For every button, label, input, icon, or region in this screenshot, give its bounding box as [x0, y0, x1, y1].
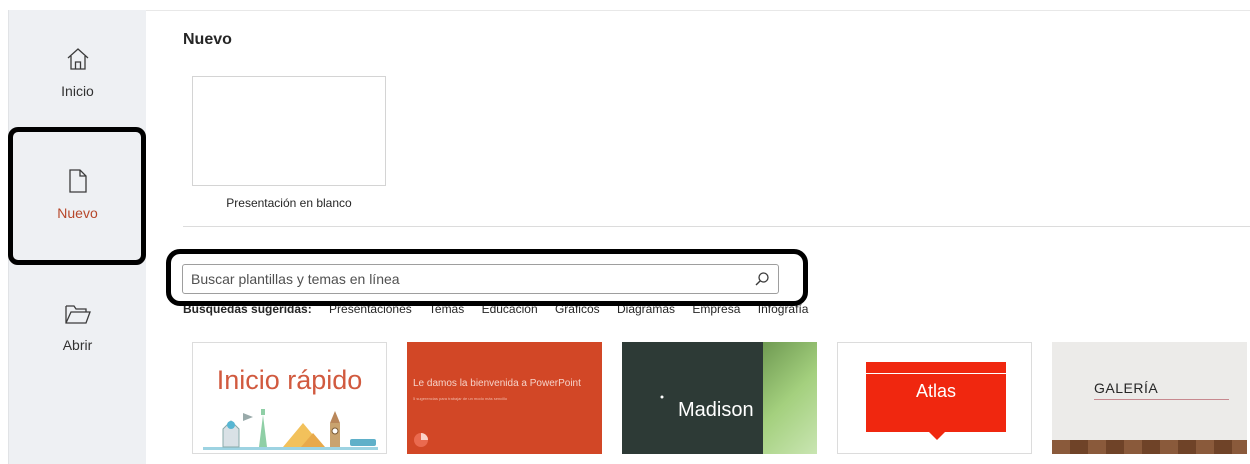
sidebar-item-nuevo[interactable]: Nuevo — [9, 168, 146, 221]
template-madison[interactable]: Madison — [622, 342, 817, 454]
suggested-searches-label: Búsquedas sugeridas: — [183, 302, 312, 316]
blank-presentation-label: Presentación en blanco — [226, 196, 352, 210]
suggested-search-link[interactable]: Diagramas — [617, 302, 675, 316]
suggested-searches: Búsquedas sugeridas: Presentaciones Tema… — [183, 302, 822, 316]
template-title: GALERÍA — [1094, 380, 1159, 396]
sparkle-icon — [660, 395, 664, 399]
folder-open-icon — [9, 302, 146, 331]
template-underline — [1094, 399, 1229, 400]
new-document-icon — [9, 168, 146, 199]
sidebar-item-label: Nuevo — [57, 205, 98, 221]
template-banner-line — [866, 373, 1006, 374]
suggested-search-link[interactable]: Presentaciones — [329, 302, 412, 316]
backstage-sidebar: Inicio Nuevo Abrir — [8, 10, 146, 464]
banner-pointer — [929, 432, 945, 440]
suggested-search-link[interactable]: Empresa — [692, 302, 740, 316]
sidebar-item-inicio[interactable]: Inicio — [9, 46, 146, 99]
search-box — [182, 264, 779, 294]
blank-presentation-tile[interactable] — [192, 76, 386, 186]
template-atlas[interactable]: Atlas — [837, 342, 1032, 454]
template-bienvenida[interactable]: Le damos la bienvenida a PowerPoint 5 su… — [407, 342, 602, 454]
top-divider — [145, 10, 1250, 11]
template-decoration — [763, 342, 817, 454]
sidebar-item-label: Abrir — [62, 337, 93, 353]
home-icon — [9, 46, 146, 77]
template-galeria[interactable]: GALERÍA — [1052, 342, 1247, 454]
template-subtitle: 5 sugerencias para trabajar de un modo m… — [413, 396, 508, 401]
template-title: Le damos la bienvenida a PowerPoint — [413, 378, 581, 389]
template-title: Atlas — [915, 381, 957, 401]
template-inicio-rapido[interactable]: Inicio rápido — [192, 342, 387, 454]
search-input[interactable] — [191, 265, 741, 293]
wood-floor-decoration — [1052, 440, 1247, 454]
page-title: Nuevo — [183, 31, 232, 48]
template-title: Madison — [678, 399, 754, 421]
suggested-search-link[interactable]: Gráficos — [555, 302, 600, 316]
sidebar-item-label: Inicio — [61, 83, 94, 99]
sidebar-item-abrir[interactable]: Abrir — [9, 302, 146, 353]
suggested-search-link[interactable]: Temas — [429, 302, 464, 316]
suggested-search-link[interactable]: Educación — [482, 302, 538, 316]
landmarks-illustration — [203, 409, 378, 450]
suggested-search-link[interactable]: Infografía — [758, 302, 809, 316]
section-divider — [183, 226, 1250, 227]
search-icon[interactable] — [754, 271, 770, 292]
powerpoint-logo-icon — [414, 433, 428, 447]
